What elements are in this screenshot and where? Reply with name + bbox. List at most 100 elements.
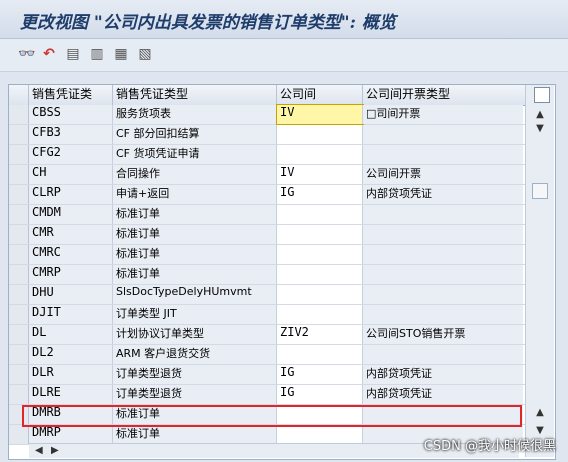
cell-intercompany-billing-type[interactable] — [363, 265, 523, 284]
cell-desc[interactable]: SlsDocTypeDelyHUmvmt — [113, 285, 277, 304]
row-selector[interactable] — [9, 105, 29, 124]
row-selector[interactable] — [9, 245, 29, 264]
select-all-icon[interactable]: ▧ — [136, 45, 154, 63]
row-selector[interactable] — [9, 165, 29, 184]
cell-code[interactable]: DHU — [29, 285, 113, 304]
cell-desc[interactable]: 标准订单 — [113, 205, 277, 224]
cell-intercompany[interactable] — [277, 425, 363, 444]
cell-desc[interactable]: 标准订单 — [113, 405, 277, 424]
row-selector[interactable] — [9, 305, 29, 324]
cell-intercompany[interactable] — [277, 245, 363, 264]
table-row[interactable]: DLRE 订单类型退货 IG 内部贷项凭证 — [9, 385, 525, 405]
col-header-intercompany-billing-type[interactable]: 公司间开票类型 — [363, 85, 525, 105]
cell-intercompany-billing-type[interactable] — [363, 125, 523, 144]
cell-code[interactable]: DL2 — [29, 345, 113, 364]
cell-intercompany[interactable] — [277, 285, 363, 304]
row-selector[interactable] — [9, 345, 29, 364]
cell-code[interactable]: CMDM — [29, 205, 113, 224]
cell-code[interactable]: CBSS — [29, 105, 113, 124]
cell-desc[interactable]: 申请+返回 — [113, 185, 277, 204]
cell-code[interactable]: CLRP — [29, 185, 113, 204]
glasses-icon[interactable]: 👓 — [18, 45, 36, 63]
row-selector[interactable] — [9, 365, 29, 384]
cell-code[interactable]: DMRB — [29, 405, 113, 424]
table-row[interactable]: DLR 订单类型退货 IG 内部贷项凭证 — [9, 365, 525, 385]
row-selector[interactable] — [9, 205, 29, 224]
cell-intercompany-billing-type[interactable] — [363, 225, 523, 244]
scroll-down-arrow-icon[interactable]: ▼ — [532, 123, 548, 135]
cell-intercompany-billing-type[interactable] — [363, 305, 523, 324]
cell-code[interactable]: CH — [29, 165, 113, 184]
row-selector[interactable] — [9, 185, 29, 204]
cell-desc[interactable]: 订单类型 JIT — [113, 305, 277, 324]
cell-intercompany-billing-type[interactable]: 公司间STO销售开票 — [363, 325, 523, 344]
table-row[interactable]: DL 计划协议订单类型 ZIV2 公司间STO销售开票 — [9, 325, 525, 345]
cell-code[interactable]: DLR — [29, 365, 113, 384]
row-selector[interactable] — [9, 325, 29, 344]
cell-intercompany[interactable]: ZIV2 — [277, 325, 363, 344]
row-selector[interactable] — [9, 225, 29, 244]
cell-intercompany[interactable] — [277, 225, 363, 244]
cell-desc[interactable]: 服务货项表 — [113, 105, 277, 124]
cell-intercompany[interactable] — [277, 265, 363, 284]
cell-code[interactable]: DJIT — [29, 305, 113, 324]
row-selector-header[interactable] — [9, 85, 29, 105]
scroll-right-arrow-icon[interactable]: ▶ — [51, 445, 59, 456]
cell-desc[interactable]: 标准订单 — [113, 425, 277, 444]
cell-intercompany-billing-type[interactable] — [363, 205, 523, 224]
cell-desc[interactable]: ARM 客户退货交货 — [113, 345, 277, 364]
col-header-code[interactable]: 销售凭证类 — [29, 85, 113, 105]
cell-intercompany[interactable]: IV — [277, 165, 363, 184]
cell-desc[interactable]: 标准订单 — [113, 265, 277, 284]
table-row[interactable]: CMRC 标准订单 — [9, 245, 525, 265]
cell-intercompany[interactable]: IG — [277, 365, 363, 384]
cell-desc[interactable]: 订单类型退货 — [113, 385, 277, 404]
col-header-desc[interactable]: 销售凭证类型 — [113, 85, 277, 105]
vertical-scrollbar[interactable]: ▲ ▼ ▲ ▼ — [525, 85, 554, 457]
scroll-thumb[interactable] — [532, 183, 548, 199]
table-row[interactable]: DL2 ARM 客户退货交货 — [9, 345, 525, 365]
table-row[interactable]: CMR 标准订单 — [9, 225, 525, 245]
cell-intercompany[interactable] — [277, 205, 363, 224]
delete-icon[interactable]: ▦ — [112, 45, 130, 63]
row-selector[interactable] — [9, 285, 29, 304]
cell-desc[interactable]: 计划协议订单类型 — [113, 325, 277, 344]
page-up-arrow-icon[interactable]: ▲ — [532, 407, 548, 419]
cell-intercompany[interactable] — [277, 125, 363, 144]
cell-intercompany[interactable] — [277, 145, 363, 164]
row-selector[interactable] — [9, 385, 29, 404]
cell-code[interactable]: DLRE — [29, 385, 113, 404]
cell-desc[interactable]: 合同操作 — [113, 165, 277, 184]
cell-intercompany-billing-type[interactable] — [363, 245, 523, 264]
cell-code[interactable]: DMRP — [29, 425, 113, 444]
row-selector[interactable] — [9, 265, 29, 284]
scroll-left-arrow-icon[interactable]: ◀ — [35, 445, 43, 456]
table-row[interactable]: CFB3 CF 部分回扣结算 — [9, 125, 525, 145]
cell-intercompany-billing-type[interactable] — [363, 145, 523, 164]
table-settings-icon[interactable] — [534, 87, 550, 103]
table-row[interactable]: CMRP 标准订单 — [9, 265, 525, 285]
cell-code[interactable]: CFB3 — [29, 125, 113, 144]
row-selector[interactable] — [9, 405, 29, 424]
cell-intercompany-billing-type[interactable] — [363, 285, 523, 304]
cell-desc[interactable]: 订单类型退货 — [113, 365, 277, 384]
table-row[interactable]: CMDM 标准订单 — [9, 205, 525, 225]
cell-intercompany[interactable]: IV — [276, 104, 364, 125]
table-row[interactable]: CLRP 申请+返回 IG 内部贷项凭证 — [9, 185, 525, 205]
cell-intercompany-billing-type[interactable] — [363, 345, 523, 364]
cell-intercompany-billing-type[interactable] — [363, 405, 523, 424]
cell-intercompany[interactable]: IG — [277, 185, 363, 204]
table-row[interactable]: DJIT 订单类型 JIT — [9, 305, 525, 325]
cell-intercompany-billing-type[interactable]: 内部贷项凭证 — [363, 365, 523, 384]
cell-desc[interactable]: 标准订单 — [113, 225, 277, 244]
table-row[interactable]: DHU SlsDocTypeDelyHUmvmt — [9, 285, 525, 305]
cell-intercompany-billing-type[interactable]: □司间开票 — [363, 105, 523, 124]
scroll-up-arrow-icon[interactable]: ▲ — [532, 109, 548, 121]
cell-code[interactable]: CFG2 — [29, 145, 113, 164]
cell-desc[interactable]: CF 货项凭证申请 — [113, 145, 277, 164]
cell-code[interactable]: DL — [29, 325, 113, 344]
cell-desc[interactable]: 标准订单 — [113, 245, 277, 264]
cell-intercompany[interactable] — [277, 345, 363, 364]
cell-intercompany-billing-type[interactable]: 内部贷项凭证 — [363, 385, 523, 404]
undo-icon[interactable]: ↶ — [40, 45, 58, 63]
